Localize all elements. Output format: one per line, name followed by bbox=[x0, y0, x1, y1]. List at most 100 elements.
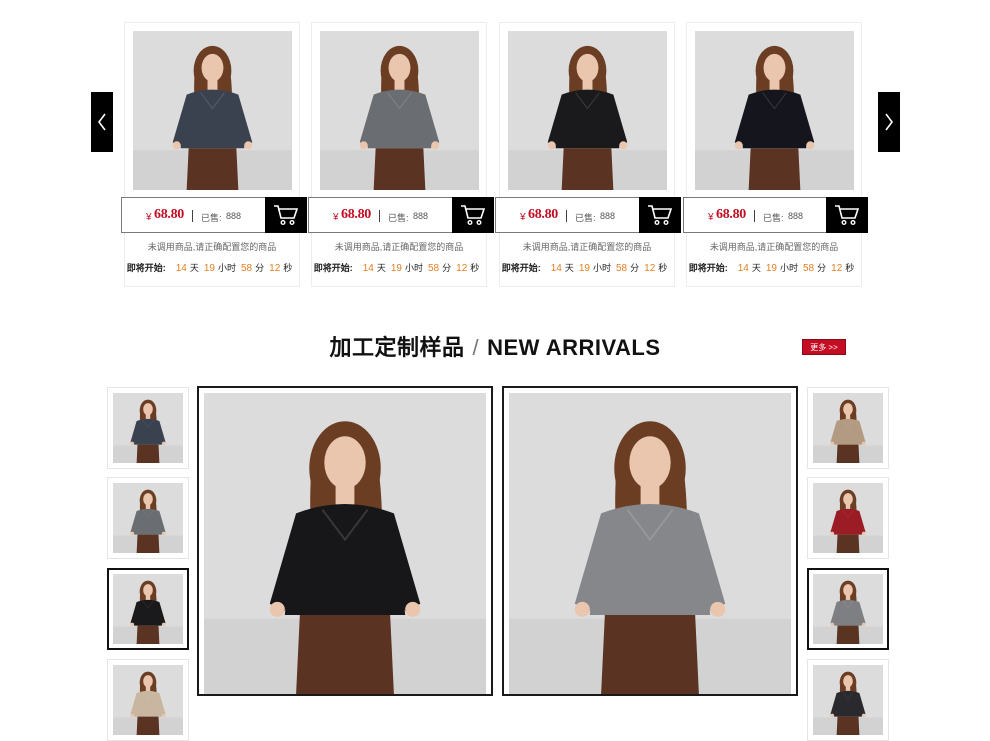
countdown-minutes: 58 bbox=[803, 263, 815, 274]
currency-symbol: ¥ bbox=[708, 212, 714, 223]
sold-label: 已售: bbox=[763, 213, 784, 223]
countdown-days: 14 bbox=[737, 263, 749, 274]
price-bar: ¥ 68.80 已售: 888 bbox=[308, 197, 494, 233]
hours-unit: 小时 bbox=[404, 263, 423, 273]
countdown-hours: 19 bbox=[203, 263, 215, 274]
countdown-seconds: 12 bbox=[644, 263, 656, 274]
left-thumbnail[interactable] bbox=[107, 387, 189, 469]
thumbnail-photo bbox=[113, 574, 183, 644]
countdown-timer: 即将开始: 14 天 19 小时 58 分 12 秒 bbox=[124, 261, 300, 274]
divider bbox=[192, 210, 193, 222]
divider bbox=[566, 210, 567, 222]
product-photo[interactable] bbox=[508, 31, 667, 190]
sold-label: 已售: bbox=[388, 213, 409, 223]
days-unit: 天 bbox=[376, 263, 386, 273]
countdown-minutes: 58 bbox=[428, 263, 440, 274]
add-to-cart-button[interactable] bbox=[826, 197, 868, 233]
countdown-seconds: 12 bbox=[831, 263, 843, 274]
thumbnail-photo bbox=[813, 483, 883, 553]
product-photo[interactable] bbox=[204, 393, 486, 694]
carousel-next-button[interactable] bbox=[878, 92, 900, 152]
thumbnail-photo bbox=[813, 665, 883, 735]
main-product-right[interactable] bbox=[502, 386, 798, 696]
product-price: 68.80 bbox=[716, 207, 747, 222]
shopping-cart-icon bbox=[647, 204, 673, 226]
add-to-cart-button[interactable] bbox=[639, 197, 681, 233]
product-price: 68.80 bbox=[154, 207, 185, 222]
hours-unit: 小时 bbox=[217, 263, 236, 273]
right-thumbnail[interactable] bbox=[807, 477, 889, 559]
add-to-cart-button[interactable] bbox=[265, 197, 307, 233]
divider bbox=[754, 210, 755, 222]
thumbnail-photo bbox=[813, 393, 883, 463]
countdown-hours: 19 bbox=[765, 263, 777, 274]
left-thumbnail[interactable] bbox=[107, 477, 189, 559]
countdown-hours: 19 bbox=[578, 263, 590, 274]
countdown-hours: 19 bbox=[390, 263, 402, 274]
product-note: 未调用商品,请正确配置您的商品 bbox=[522, 242, 652, 252]
countdown-timer: 即将开始: 14 天 19 小时 58 分 12 秒 bbox=[499, 261, 675, 274]
sold-count: 888 bbox=[226, 211, 242, 221]
product-photo[interactable] bbox=[509, 393, 791, 694]
left-thumbnail[interactable] bbox=[107, 659, 189, 741]
add-to-cart-button[interactable] bbox=[452, 197, 494, 233]
product-note: 未调用商品,请正确配置您的商品 bbox=[709, 242, 839, 252]
currency-symbol: ¥ bbox=[333, 212, 339, 223]
section-title-cn: 加工定制样品 bbox=[329, 335, 465, 360]
sold-count: 888 bbox=[600, 211, 616, 221]
product-photo[interactable] bbox=[695, 31, 854, 190]
countdown-label: 即将开始: bbox=[688, 263, 728, 273]
countdown-timer: 即将开始: 14 天 19 小时 58 分 12 秒 bbox=[686, 261, 862, 274]
countdown-timer: 即将开始: 14 天 19 小时 58 分 12 秒 bbox=[311, 261, 487, 274]
days-unit: 天 bbox=[189, 263, 199, 273]
section-title-en: NEW ARRIVALS bbox=[487, 335, 661, 360]
countdown-days: 14 bbox=[362, 263, 374, 274]
product-price: 68.80 bbox=[528, 207, 559, 222]
countdown-days: 14 bbox=[175, 263, 187, 274]
countdown-days: 14 bbox=[550, 263, 562, 274]
shopping-cart-icon bbox=[460, 204, 486, 226]
carousel-prev-button[interactable] bbox=[91, 92, 113, 152]
sold-count: 888 bbox=[788, 211, 804, 221]
sold-count: 888 bbox=[413, 211, 429, 221]
minutes-unit: 分 bbox=[817, 263, 827, 273]
days-unit: 天 bbox=[564, 263, 574, 273]
right-thumbnail[interactable] bbox=[807, 659, 889, 741]
hours-unit: 小时 bbox=[592, 263, 611, 273]
shopping-cart-icon bbox=[834, 204, 860, 226]
divider bbox=[379, 210, 380, 222]
more-button[interactable]: 更多 >> bbox=[802, 339, 846, 355]
product-photo[interactable] bbox=[133, 31, 292, 190]
thumbnail-photo bbox=[813, 574, 883, 644]
chevron-right-icon bbox=[883, 112, 895, 132]
countdown-label: 即将开始: bbox=[501, 263, 541, 273]
product-photo[interactable] bbox=[320, 31, 479, 190]
hours-unit: 小时 bbox=[779, 263, 798, 273]
countdown-minutes: 58 bbox=[616, 263, 628, 274]
price-bar: ¥ 68.80 已售: 888 bbox=[121, 197, 307, 233]
shopping-cart-icon bbox=[273, 204, 299, 226]
chevron-left-icon bbox=[96, 112, 108, 132]
countdown-seconds: 12 bbox=[456, 263, 468, 274]
days-unit: 天 bbox=[751, 263, 761, 273]
sold-label: 已售: bbox=[575, 213, 596, 223]
thumbnail-photo bbox=[113, 483, 183, 553]
countdown-label: 即将开始: bbox=[126, 263, 166, 273]
right-thumbnail[interactable] bbox=[807, 387, 889, 469]
price-bar: ¥ 68.80 已售: 888 bbox=[683, 197, 868, 233]
countdown-minutes: 58 bbox=[241, 263, 253, 274]
price-bar: ¥ 68.80 已售: 888 bbox=[495, 197, 681, 233]
seconds-unit: 秒 bbox=[845, 263, 855, 273]
product-note: 未调用商品,请正确配置您的商品 bbox=[334, 242, 464, 252]
countdown-label: 即将开始: bbox=[313, 263, 353, 273]
product-price: 68.80 bbox=[341, 207, 372, 222]
right-thumbnail[interactable] bbox=[807, 568, 889, 650]
currency-symbol: ¥ bbox=[146, 212, 152, 223]
seconds-unit: 秒 bbox=[470, 263, 480, 273]
main-product-left[interactable] bbox=[197, 386, 493, 696]
left-thumbnail[interactable] bbox=[107, 568, 189, 650]
minutes-unit: 分 bbox=[255, 263, 265, 273]
countdown-seconds: 12 bbox=[269, 263, 281, 274]
product-note: 未调用商品,请正确配置您的商品 bbox=[147, 242, 277, 252]
thumbnail-photo bbox=[113, 665, 183, 735]
